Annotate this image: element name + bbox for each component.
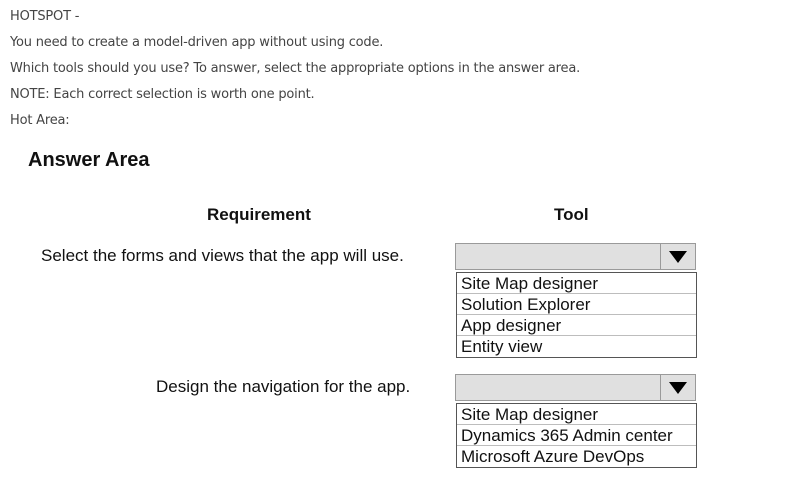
tool-options-list-2: Site Map designer Dynamics 365 Admin cen… (456, 403, 697, 468)
triangle-down-icon (669, 381, 687, 394)
tool-dropdown-1[interactable] (455, 243, 696, 270)
requirement-navigation: Design the navigation for the app. (156, 377, 411, 396)
option-site-map-designer[interactable]: Site Map designer (457, 273, 696, 294)
tool-column-header: Tool (554, 205, 589, 224)
question-instructions: Which tools should you use? To answer, s… (10, 61, 581, 76)
triangle-down-icon (669, 250, 687, 263)
requirement-forms-views: Select the forms and views that the app … (41, 246, 404, 265)
question-text: You need to create a model-driven app wi… (10, 35, 384, 50)
dropdown-toggle-button[interactable] (660, 375, 695, 400)
requirement-column-header: Requirement (207, 205, 311, 224)
question-note: NOTE: Each correct selection is worth on… (10, 87, 315, 102)
option-microsoft-azure-devops[interactable]: Microsoft Azure DevOps (457, 446, 696, 467)
question-type-label: HOTSPOT - (10, 9, 80, 24)
option-dynamics-365-admin-center[interactable]: Dynamics 365 Admin center (457, 425, 696, 446)
answer-area-title: Answer Area (28, 149, 150, 171)
dropdown-toggle-button[interactable] (660, 244, 695, 269)
option-entity-view[interactable]: Entity view (457, 336, 696, 357)
option-app-designer[interactable]: App designer (457, 315, 696, 336)
tool-dropdown-2[interactable] (455, 374, 696, 401)
hot-area-label: Hot Area: (10, 113, 70, 128)
tool-options-list-1: Site Map designer Solution Explorer App … (456, 272, 697, 358)
option-site-map-designer[interactable]: Site Map designer (457, 404, 696, 425)
option-solution-explorer[interactable]: Solution Explorer (457, 294, 696, 315)
